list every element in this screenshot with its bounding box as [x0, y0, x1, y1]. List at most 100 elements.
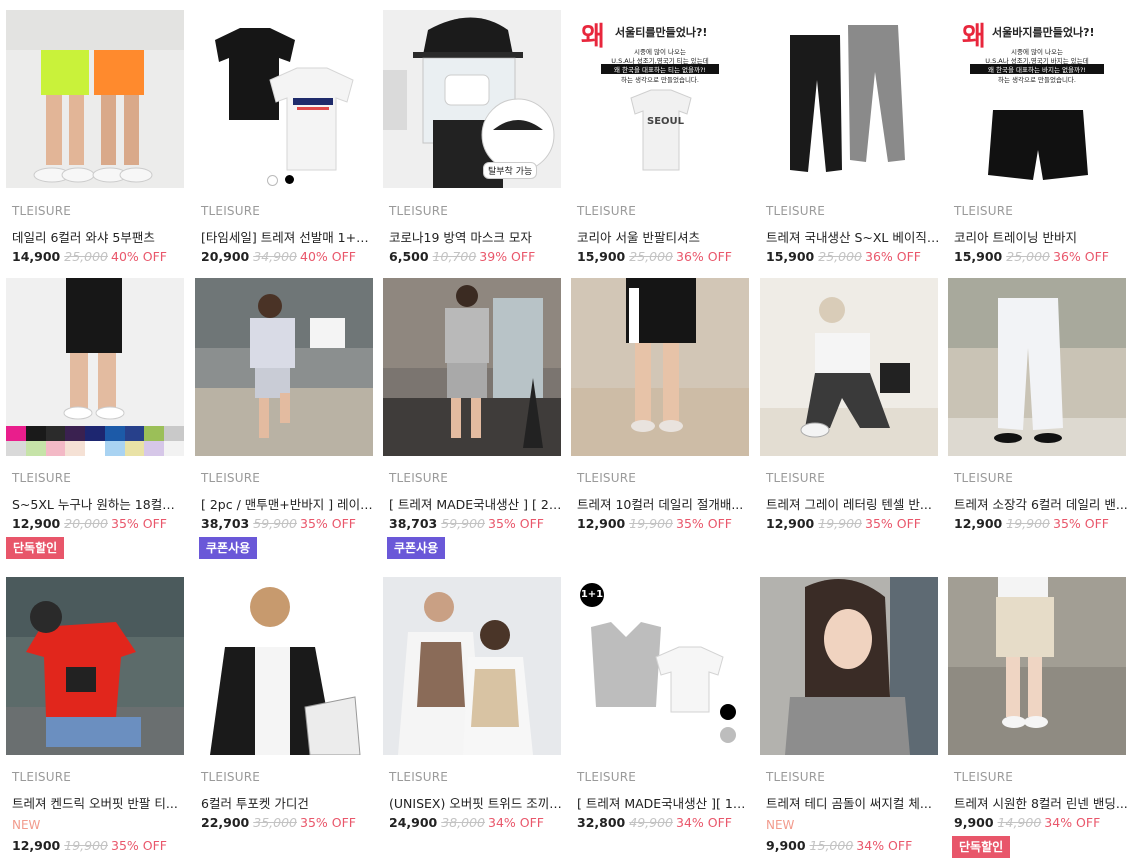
- color-swatch[interactable]: [65, 441, 86, 456]
- color-swatch[interactable]: [25, 426, 46, 441]
- discount-rate: 35% OFF: [111, 516, 167, 531]
- product-name[interactable]: 코리아 서울 반팔티셔츠: [577, 227, 751, 246]
- product-name[interactable]: 코리아 트레이닝 반바지: [954, 227, 1128, 246]
- discount-rate: 34% OFF: [488, 815, 544, 830]
- color-swatch[interactable]: [85, 426, 105, 441]
- discount-rate: 36% OFF: [1053, 249, 1109, 264]
- product-image[interactable]: 1+1: [571, 577, 749, 755]
- product-name[interactable]: S~5XL 누구나 원하는 18컬러 ...: [12, 494, 186, 513]
- sale-price: 20,900: [201, 249, 250, 264]
- brand-label: TLEISURE: [389, 471, 449, 485]
- product-name[interactable]: 트레져 시원한 8컬러 린넨 밴딩...: [954, 793, 1128, 812]
- color-swatch-black[interactable]: [285, 175, 294, 184]
- product-image[interactable]: [760, 10, 938, 188]
- coupon-badge[interactable]: 쿠폰사용: [199, 537, 258, 559]
- product-name[interactable]: 트레져 10컬러 데일리 절개배...: [577, 494, 751, 513]
- product-name[interactable]: 코로나19 방역 마스크 모자: [389, 227, 563, 246]
- original-price: 20,000: [64, 516, 108, 531]
- product-image[interactable]: 탈부착 가능: [383, 10, 561, 188]
- color-swatch[interactable]: [25, 441, 46, 456]
- product-name[interactable]: 6컬러 투포켓 가디건: [201, 793, 375, 812]
- original-price: 59,900: [253, 516, 297, 531]
- original-price: 35,000: [253, 815, 297, 830]
- color-swatch[interactable]: [164, 426, 184, 441]
- color-swatch[interactable]: [45, 426, 66, 441]
- image-line: 하는 생각으로 만들었습니다.: [998, 76, 1076, 84]
- color-swatch[interactable]: [104, 441, 125, 456]
- original-price: 25,000: [64, 249, 108, 264]
- original-price: 25,000: [818, 249, 862, 264]
- color-swatch[interactable]: [6, 441, 26, 456]
- product-image[interactable]: [571, 278, 749, 456]
- product-image[interactable]: [760, 577, 938, 755]
- product-image[interactable]: [6, 10, 184, 188]
- sale-price: 6,500: [389, 249, 429, 264]
- brand-label: TLEISURE: [577, 204, 637, 218]
- product-name[interactable]: [타임세일] 트레져 선발매 1+1 ...: [201, 227, 375, 246]
- original-price: 49,900: [629, 815, 673, 830]
- product-name[interactable]: [ 트레져 MADE국내생산 ] [ 2p...: [389, 494, 563, 513]
- discount-rate: 35% OFF: [111, 838, 167, 853]
- color-swatch[interactable]: [6, 426, 26, 441]
- image-line: 하는 생각으로 만들었습니다.: [621, 76, 699, 84]
- product-image[interactable]: [948, 577, 1126, 755]
- product-name[interactable]: [ 2pc / 맨투맨+반바지 ] 레이어...: [201, 494, 375, 513]
- product-image[interactable]: [195, 278, 373, 456]
- brand-label: TLEISURE: [201, 204, 261, 218]
- discount-rate: 34% OFF: [676, 815, 732, 830]
- brand-label: TLEISURE: [766, 471, 826, 485]
- sale-price: 32,800: [577, 815, 626, 830]
- sale-price: 12,900: [766, 516, 815, 531]
- color-swatch[interactable]: [124, 426, 145, 441]
- color-swatch[interactable]: [45, 441, 66, 456]
- product-image[interactable]: [948, 278, 1126, 456]
- price-row: 12,900 19,900 35% OFF: [12, 838, 167, 853]
- product-image[interactable]: [383, 278, 561, 456]
- original-price: 19,900: [818, 516, 862, 531]
- product-image[interactable]: [383, 577, 561, 755]
- product-name[interactable]: 트레져 켄드릭 오버핏 반팔 티...: [12, 793, 186, 812]
- discount-rate: 36% OFF: [676, 249, 732, 264]
- product-image[interactable]: [195, 577, 373, 755]
- color-swatch[interactable]: [144, 426, 165, 441]
- product-info: TLEISURE (UNISEX) 오버핏 트위드 조끼 ... 24,900 3…: [383, 770, 563, 830]
- product-info: TLEISURE 트레져 10컬러 데일리 절개배... 12,900 19,90…: [571, 471, 749, 531]
- color-swatch-white[interactable]: [267, 175, 278, 186]
- product-info: TLEISURE 트레져 테디 곰돌이 써지컬 체... NEW 9,900 15…: [760, 770, 938, 858]
- color-swatch-gray[interactable]: [720, 727, 736, 743]
- price-row: 12,900 20,000 35% OFF: [12, 516, 167, 531]
- price-row: 32,800 49,900 34% OFF: [577, 815, 732, 830]
- coupon-badge[interactable]: 쿠폰사용: [387, 537, 446, 559]
- price-row: 15,900 25,000 36% OFF: [954, 249, 1109, 264]
- color-swatch[interactable]: [65, 426, 86, 441]
- price-row: 15,900 25,000 36% OFF: [766, 249, 921, 264]
- image-headline: 서울바지를만들었나?!: [992, 26, 1095, 39]
- product-name[interactable]: 트레져 국내생산 S~XL 베이직 ...: [766, 227, 940, 246]
- product-name[interactable]: 트레져 그레이 레터링 텐셀 반...: [766, 494, 940, 513]
- product-image[interactable]: [195, 10, 373, 188]
- product-image[interactable]: [6, 278, 184, 456]
- product-name[interactable]: [ 트레져 MADE국내생산 ][ 1+...: [577, 793, 751, 812]
- color-swatch[interactable]: [85, 441, 105, 456]
- color-swatch[interactable]: [104, 426, 125, 441]
- brand-label: TLEISURE: [12, 204, 72, 218]
- color-swatch-black[interactable]: [720, 704, 736, 720]
- product-name[interactable]: 트레져 테디 곰돌이 써지컬 체...: [766, 793, 940, 812]
- sale-price: 12,900: [12, 516, 61, 531]
- product-info: TLEISURE 코로나19 방역 마스크 모자 6,500 10,700 39% …: [383, 204, 561, 264]
- product-name[interactable]: 트레져 소장각 6컬러 데일리 밴...: [954, 494, 1128, 513]
- brand-label: TLEISURE: [766, 204, 826, 218]
- product-image[interactable]: 왜 서울바지를만들었나?! 시중에 많이 나오는 U.S.A나 성조기,영국기 …: [948, 10, 1126, 188]
- sale-price: 38,703: [201, 516, 250, 531]
- color-swatch[interactable]: [144, 441, 165, 456]
- color-swatch[interactable]: [164, 441, 184, 456]
- product-image[interactable]: [6, 577, 184, 755]
- discount-rate: 34% OFF: [1044, 815, 1101, 830]
- product-info: TLEISURE 트레져 시원한 8컬러 린넨 밴딩... 9,900 14,90…: [948, 770, 1128, 860]
- product-image[interactable]: [760, 278, 938, 456]
- color-swatch[interactable]: [124, 441, 145, 456]
- product-info: TLEISURE [ 트레져 MADE국내생산 ][ 1+... 32,800 4…: [571, 770, 751, 830]
- product-image[interactable]: 왜 서울티를만들었나?! 시중에 많이 나오는 U.S.A나 성조기,영국기 티…: [571, 10, 749, 188]
- product-name[interactable]: (UNISEX) 오버핏 트위드 조끼 ...: [389, 793, 563, 812]
- product-name[interactable]: 데일리 6컬러 와샤 5부팬츠: [12, 227, 186, 246]
